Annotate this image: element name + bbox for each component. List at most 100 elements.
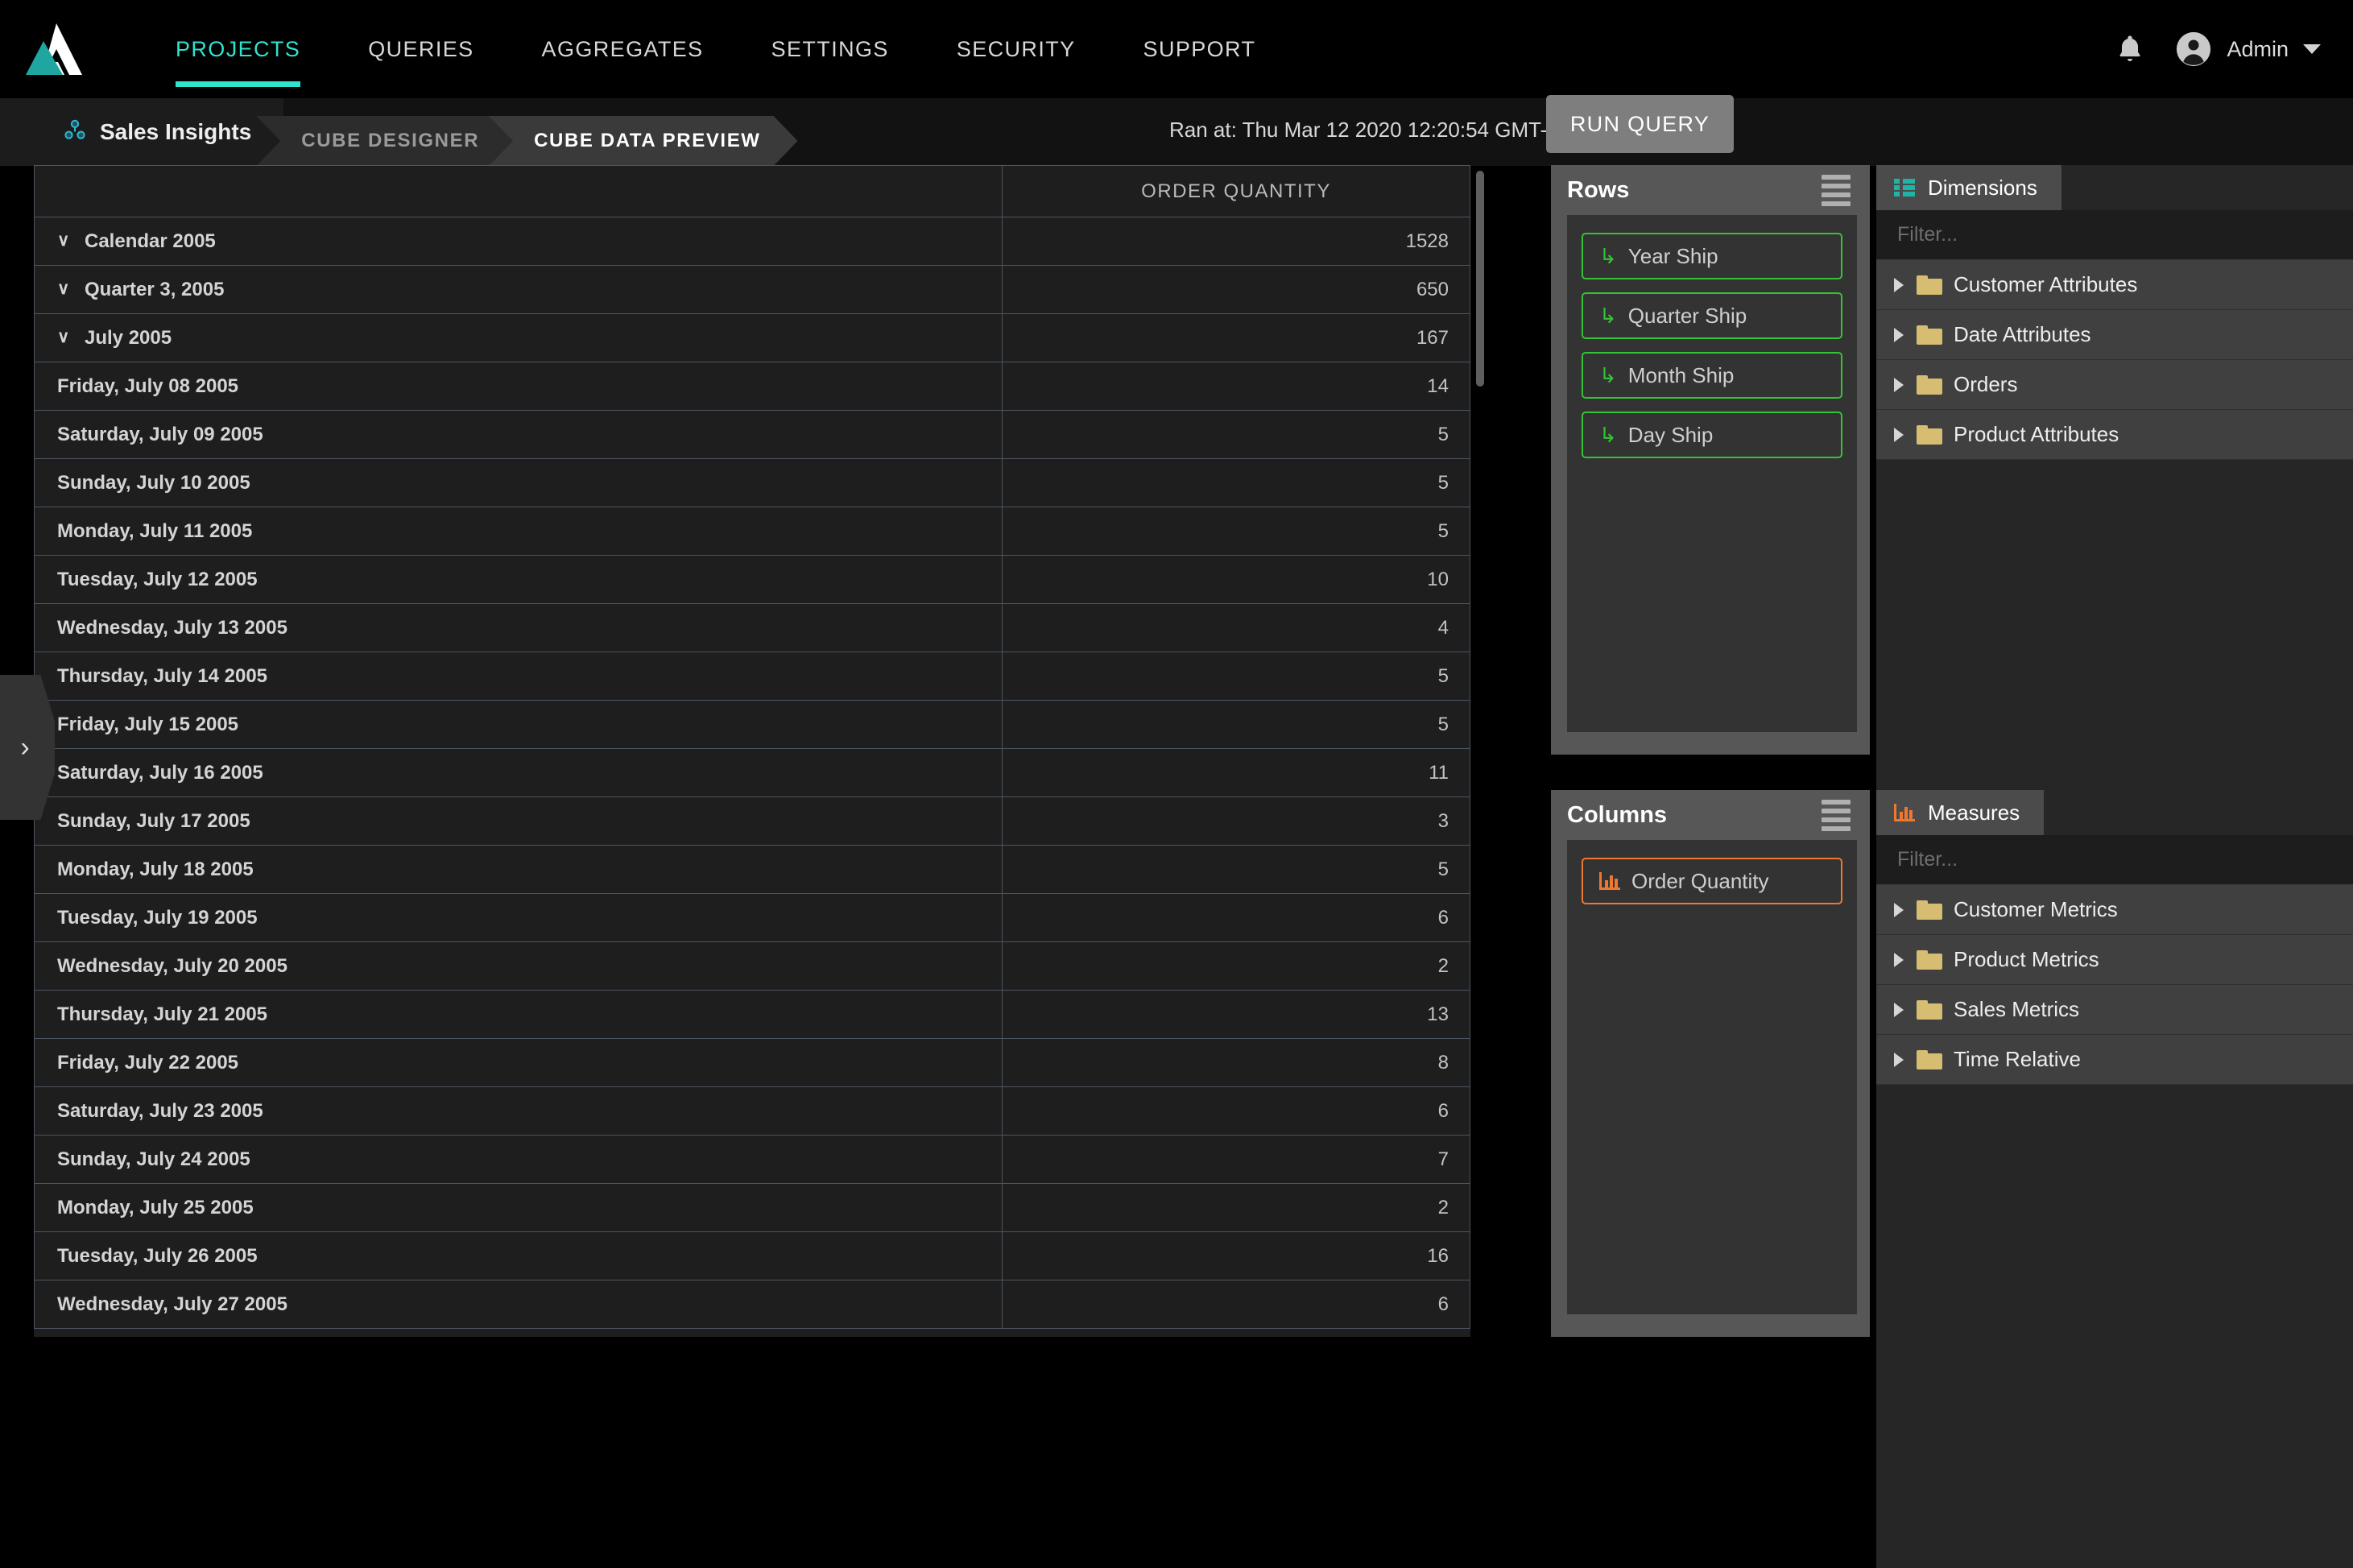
triangle-right-icon[interactable]	[1894, 377, 1904, 392]
table-row-label-cell[interactable]: Sunday, July 17 2005	[34, 796, 1003, 846]
tree-item[interactable]: Product Metrics	[1876, 935, 2353, 985]
table-row[interactable]: ∨ Calendar 2005 1528	[34, 217, 1470, 266]
shelf-chip[interactable]: Order Quantity	[1582, 858, 1842, 904]
table-vertical-scrollbar[interactable]	[1476, 171, 1484, 1337]
project-chip[interactable]: Sales Insights	[0, 98, 284, 166]
table-row-label-cell[interactable]: Friday, July 15 2005	[34, 700, 1003, 749]
table-row-label-cell[interactable]: Saturday, July 16 2005	[34, 748, 1003, 797]
tree-item[interactable]: Customer Metrics	[1876, 885, 2353, 935]
shelf-chip[interactable]: ↳ Quarter Ship	[1582, 292, 1842, 339]
table-row-label-cell[interactable]: Monday, July 18 2005	[34, 845, 1003, 894]
table-row-label-cell[interactable]: Tuesday, July 12 2005	[34, 555, 1003, 604]
table-row[interactable]: Sunday, July 17 2005 3	[34, 796, 1470, 846]
table-row-label-cell[interactable]: Wednesday, July 27 2005	[34, 1280, 1003, 1329]
table-row[interactable]: ∨ Quarter 3, 2005 650	[34, 265, 1470, 314]
scrollbar-thumb[interactable]	[1476, 171, 1484, 387]
triangle-right-icon[interactable]	[1894, 902, 1904, 917]
rows-shelf-dropzone[interactable]: ↳ Year Ship ↳ Quarter Ship ↳ Month Ship ↳ Day S…	[1567, 215, 1857, 732]
dimensions-filter-input[interactable]	[1897, 223, 2308, 246]
table-row[interactable]: Wednesday, July 13 2005 4	[34, 603, 1470, 652]
nav-item-support[interactable]: SUPPORT	[1110, 0, 1290, 98]
tab-measures[interactable]: Measures	[1876, 790, 2045, 835]
table-row[interactable]: Sunday, July 10 2005 5	[34, 458, 1470, 507]
table-row-label-cell[interactable]: Tuesday, July 26 2005	[34, 1231, 1003, 1280]
table-row-label-cell[interactable]: Saturday, July 09 2005	[34, 410, 1003, 459]
shelf-chip[interactable]: ↳ Day Ship	[1582, 412, 1842, 458]
tree-item[interactable]: Date Attributes	[1876, 310, 2353, 360]
table-row-label-cell[interactable]: ∨ Quarter 3, 2005	[34, 265, 1003, 314]
column-header-labels[interactable]	[34, 165, 1003, 217]
table-row-label-cell[interactable]: Friday, July 08 2005	[34, 362, 1003, 411]
tab-cube-data-preview[interactable]: CUBE DATA PREVIEW	[489, 116, 797, 166]
tree-item[interactable]: Customer Attributes	[1876, 260, 2353, 310]
shelf-chip[interactable]: ↳ Month Ship	[1582, 352, 1842, 399]
table-row[interactable]: Thursday, July 21 2005 13	[34, 990, 1470, 1039]
chevron-down-icon[interactable]: ∨	[57, 327, 75, 347]
chevron-down-icon[interactable]: ∨	[57, 279, 75, 299]
nav-item-security[interactable]: SECURITY	[923, 0, 1110, 98]
atscale-mountain-logo[interactable]	[21, 14, 92, 85]
measures-filter-row[interactable]	[1876, 835, 2353, 885]
tree-item[interactable]: Product Attributes	[1876, 410, 2353, 460]
cube-data-preview-table[interactable]: ORDER QUANTITY ∨ Calendar 2005 1528 ∨ Quarte…	[34, 165, 1470, 1337]
triangle-right-icon[interactable]	[1894, 427, 1904, 442]
table-row-label-cell[interactable]: Sunday, July 24 2005	[34, 1135, 1003, 1184]
table-row[interactable]: Thursday, July 14 2005 5	[34, 652, 1470, 701]
triangle-right-icon[interactable]	[1894, 277, 1904, 292]
nav-item-queries[interactable]: QUERIES	[334, 0, 507, 98]
measures-filter-input[interactable]	[1897, 848, 2308, 871]
table-row[interactable]: Friday, July 08 2005 14	[34, 362, 1470, 411]
hamburger-menu-icon[interactable]	[1822, 174, 1851, 206]
table-row[interactable]: Monday, July 18 2005 5	[34, 845, 1470, 894]
column-header-order-quantity[interactable]: ORDER QUANTITY	[1002, 165, 1470, 217]
tab-cube-designer[interactable]: CUBE DESIGNER	[256, 116, 516, 166]
table-row[interactable]: Wednesday, July 27 2005 6	[34, 1280, 1470, 1329]
table-row-label-cell[interactable]: Saturday, July 23 2005	[34, 1086, 1003, 1136]
table-row[interactable]: Saturday, July 09 2005 5	[34, 410, 1470, 459]
triangle-right-icon[interactable]	[1894, 327, 1904, 342]
triangle-right-icon[interactable]	[1894, 1002, 1904, 1017]
table-row[interactable]: Wednesday, July 20 2005 2	[34, 941, 1470, 991]
shelf-chip[interactable]: ↳ Year Ship	[1582, 233, 1842, 279]
table-row[interactable]: ∨ July 2005 167	[34, 313, 1470, 362]
triangle-right-icon[interactable]	[1894, 1052, 1904, 1067]
table-row-label-cell[interactable]: Friday, July 22 2005	[34, 1038, 1003, 1087]
hamburger-menu-icon[interactable]	[1822, 799, 1851, 831]
tree-item[interactable]: Time Relative	[1876, 1035, 2353, 1085]
tree-item[interactable]: Sales Metrics	[1876, 985, 2353, 1035]
tab-dimensions[interactable]: Dimensions	[1876, 165, 2061, 210]
table-row[interactable]: Friday, July 22 2005 8	[34, 1038, 1470, 1087]
table-row[interactable]: Monday, July 25 2005 2	[34, 1183, 1470, 1232]
table-row-label-cell[interactable]: Wednesday, July 13 2005	[34, 603, 1003, 652]
dimensions-filter-row[interactable]	[1876, 210, 2353, 260]
table-row-label-cell[interactable]: Wednesday, July 20 2005	[34, 941, 1003, 991]
tree-item[interactable]: Orders	[1876, 360, 2353, 410]
table-row-label-cell[interactable]: Monday, July 11 2005	[34, 507, 1003, 556]
table-row[interactable]: Saturday, July 23 2005 6	[34, 1086, 1470, 1136]
table-row-label-cell[interactable]: Monday, July 25 2005	[34, 1183, 1003, 1232]
table-row-label-cell[interactable]: Tuesday, July 19 2005	[34, 893, 1003, 942]
user-menu[interactable]: Admin	[2175, 31, 2321, 68]
expand-left-panel-handle[interactable]: ›	[0, 675, 55, 820]
run-query-button[interactable]: RUN QUERY	[1546, 95, 1734, 153]
table-row-label-cell[interactable]: Sunday, July 10 2005	[34, 458, 1003, 507]
table-row[interactable]: Monday, July 11 2005 5	[34, 507, 1470, 556]
table-row[interactable]: Tuesday, July 12 2005 10	[34, 555, 1470, 604]
nav-item-settings[interactable]: SETTINGS	[738, 0, 923, 98]
chevron-down-icon[interactable]	[2303, 44, 2321, 54]
triangle-right-icon[interactable]	[1894, 952, 1904, 967]
table-row[interactable]: Sunday, July 24 2005 7	[34, 1135, 1470, 1184]
nav-item-projects[interactable]: PROJECTS	[142, 0, 334, 98]
table-row-label-cell[interactable]: Thursday, July 14 2005	[34, 652, 1003, 701]
table-row[interactable]: Tuesday, July 26 2005 16	[34, 1231, 1470, 1280]
table-row-label-cell[interactable]: Thursday, July 21 2005	[34, 990, 1003, 1039]
table-row[interactable]: Friday, July 15 2005 5	[34, 700, 1470, 749]
nav-item-aggregates[interactable]: AGGREGATES	[508, 0, 738, 98]
table-row-label-cell[interactable]: ∨ Calendar 2005	[34, 217, 1003, 266]
table-row[interactable]: Tuesday, July 19 2005 6	[34, 893, 1470, 942]
table-row-label-cell[interactable]: ∨ July 2005	[34, 313, 1003, 362]
notification-bell-icon[interactable]	[2112, 31, 2148, 67]
table-row[interactable]: Saturday, July 16 2005 11	[34, 748, 1470, 797]
chevron-down-icon[interactable]: ∨	[57, 230, 75, 250]
columns-shelf-dropzone[interactable]: Order Quantity	[1567, 840, 1857, 1314]
